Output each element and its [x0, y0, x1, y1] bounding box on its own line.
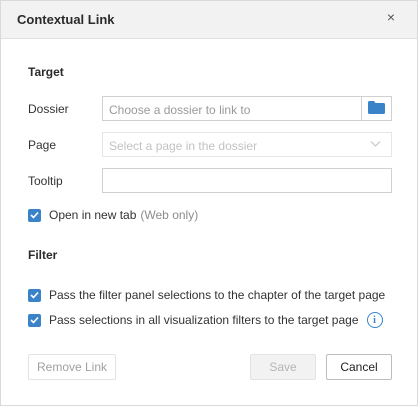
contextual-link-dialog: Contextual Link × Target Dossier Choose … — [0, 0, 418, 406]
pass-filter-panel-option[interactable]: Pass the filter panel selections to the … — [28, 288, 385, 302]
dialog-header: Contextual Link × — [1, 1, 417, 39]
dossier-placeholder: Choose a dossier to link to — [109, 103, 251, 117]
open-new-tab-checkbox[interactable] — [28, 208, 41, 222]
checkmark-icon — [30, 291, 39, 299]
pass-filter-panel-label: Pass the filter panel selections to the … — [49, 288, 386, 302]
pass-viz-filters-option[interactable]: Pass selections in all visualization fil… — [28, 312, 383, 328]
close-icon[interactable]: × — [387, 9, 395, 25]
dialog-title: Contextual Link — [17, 12, 115, 27]
target-heading: Target — [28, 65, 64, 79]
remove-link-button[interactable]: Remove Link — [28, 354, 116, 380]
checkmark-icon — [30, 316, 39, 324]
pass-viz-filters-checkbox[interactable] — [28, 313, 41, 327]
page-placeholder: Select a page in the dossier — [109, 139, 258, 153]
dossier-label: Dossier — [28, 102, 69, 116]
tooltip-input[interactable] — [102, 168, 392, 193]
pass-filter-panel-checkbox[interactable] — [28, 288, 41, 302]
web-only-note: (Web only) — [140, 208, 199, 222]
checkmark-icon — [30, 211, 39, 219]
page-label: Page — [28, 138, 57, 152]
dossier-input[interactable]: Choose a dossier to link to — [102, 96, 392, 121]
tooltip-label: Tooltip — [28, 174, 63, 188]
info-icon[interactable]: i — [366, 312, 383, 328]
pass-viz-filters-label: Pass selections in all visualization fil… — [49, 313, 359, 327]
chevron-down-icon — [370, 138, 381, 152]
save-button[interactable]: Save — [250, 354, 316, 380]
page-select[interactable]: Select a page in the dossier — [102, 132, 392, 157]
browse-dossier-button[interactable] — [361, 97, 391, 120]
open-new-tab-label: Open in new tab — [49, 208, 137, 222]
cancel-button[interactable]: Cancel — [326, 354, 392, 380]
open-new-tab-option[interactable]: Open in new tab (Web only) — [28, 208, 198, 222]
folder-icon — [368, 100, 385, 117]
filter-heading: Filter — [28, 248, 58, 262]
